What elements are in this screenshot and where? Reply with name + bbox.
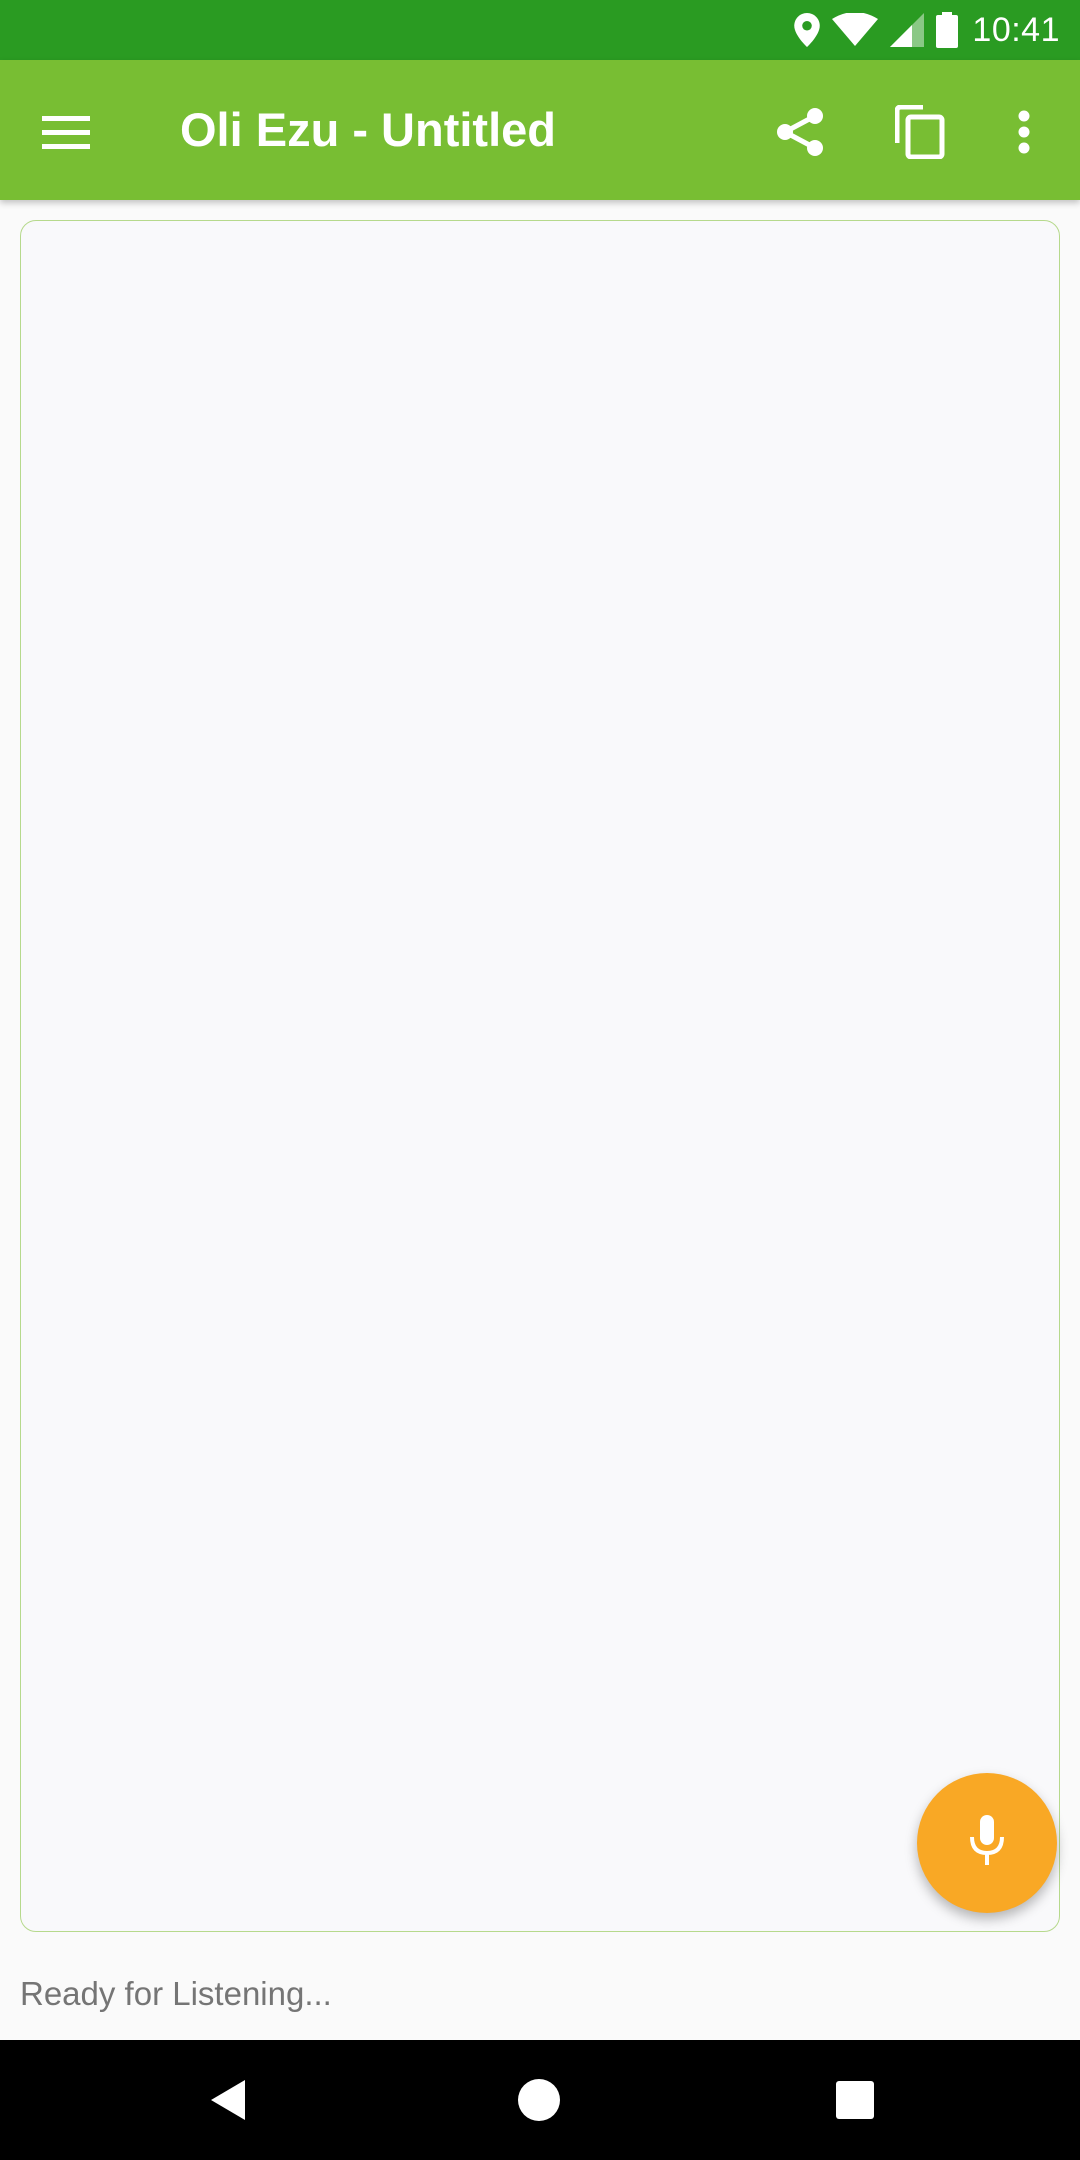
status-time: 10:41 [972,10,1060,49]
battery-icon [936,12,959,48]
screen: 10:41 Oli Ezu - Untitled Ready for Liste… [0,0,1080,2160]
microphone-button[interactable] [917,1773,1057,1913]
share-icon[interactable] [758,90,842,174]
hamburger-menu-icon[interactable] [24,90,108,174]
cellular-signal-icon [890,13,925,47]
listening-status: Ready for Listening... [20,1975,332,2012]
navigation-bar [0,2040,1080,2160]
transcript-text-area[interactable] [20,220,1060,1932]
home-icon[interactable] [499,2060,579,2140]
recents-icon[interactable] [815,2060,895,2140]
page-title: Oli Ezu - Untitled [180,103,556,156]
app-bar: Oli Ezu - Untitled [0,60,1080,200]
wifi-icon [832,13,879,47]
microphone-icon [967,1814,1007,1872]
location-icon [794,13,821,47]
copy-icon[interactable] [878,90,962,174]
status-bar: 10:41 [0,0,1080,60]
more-vert-icon[interactable] [982,90,1066,174]
back-icon[interactable] [187,2060,267,2140]
